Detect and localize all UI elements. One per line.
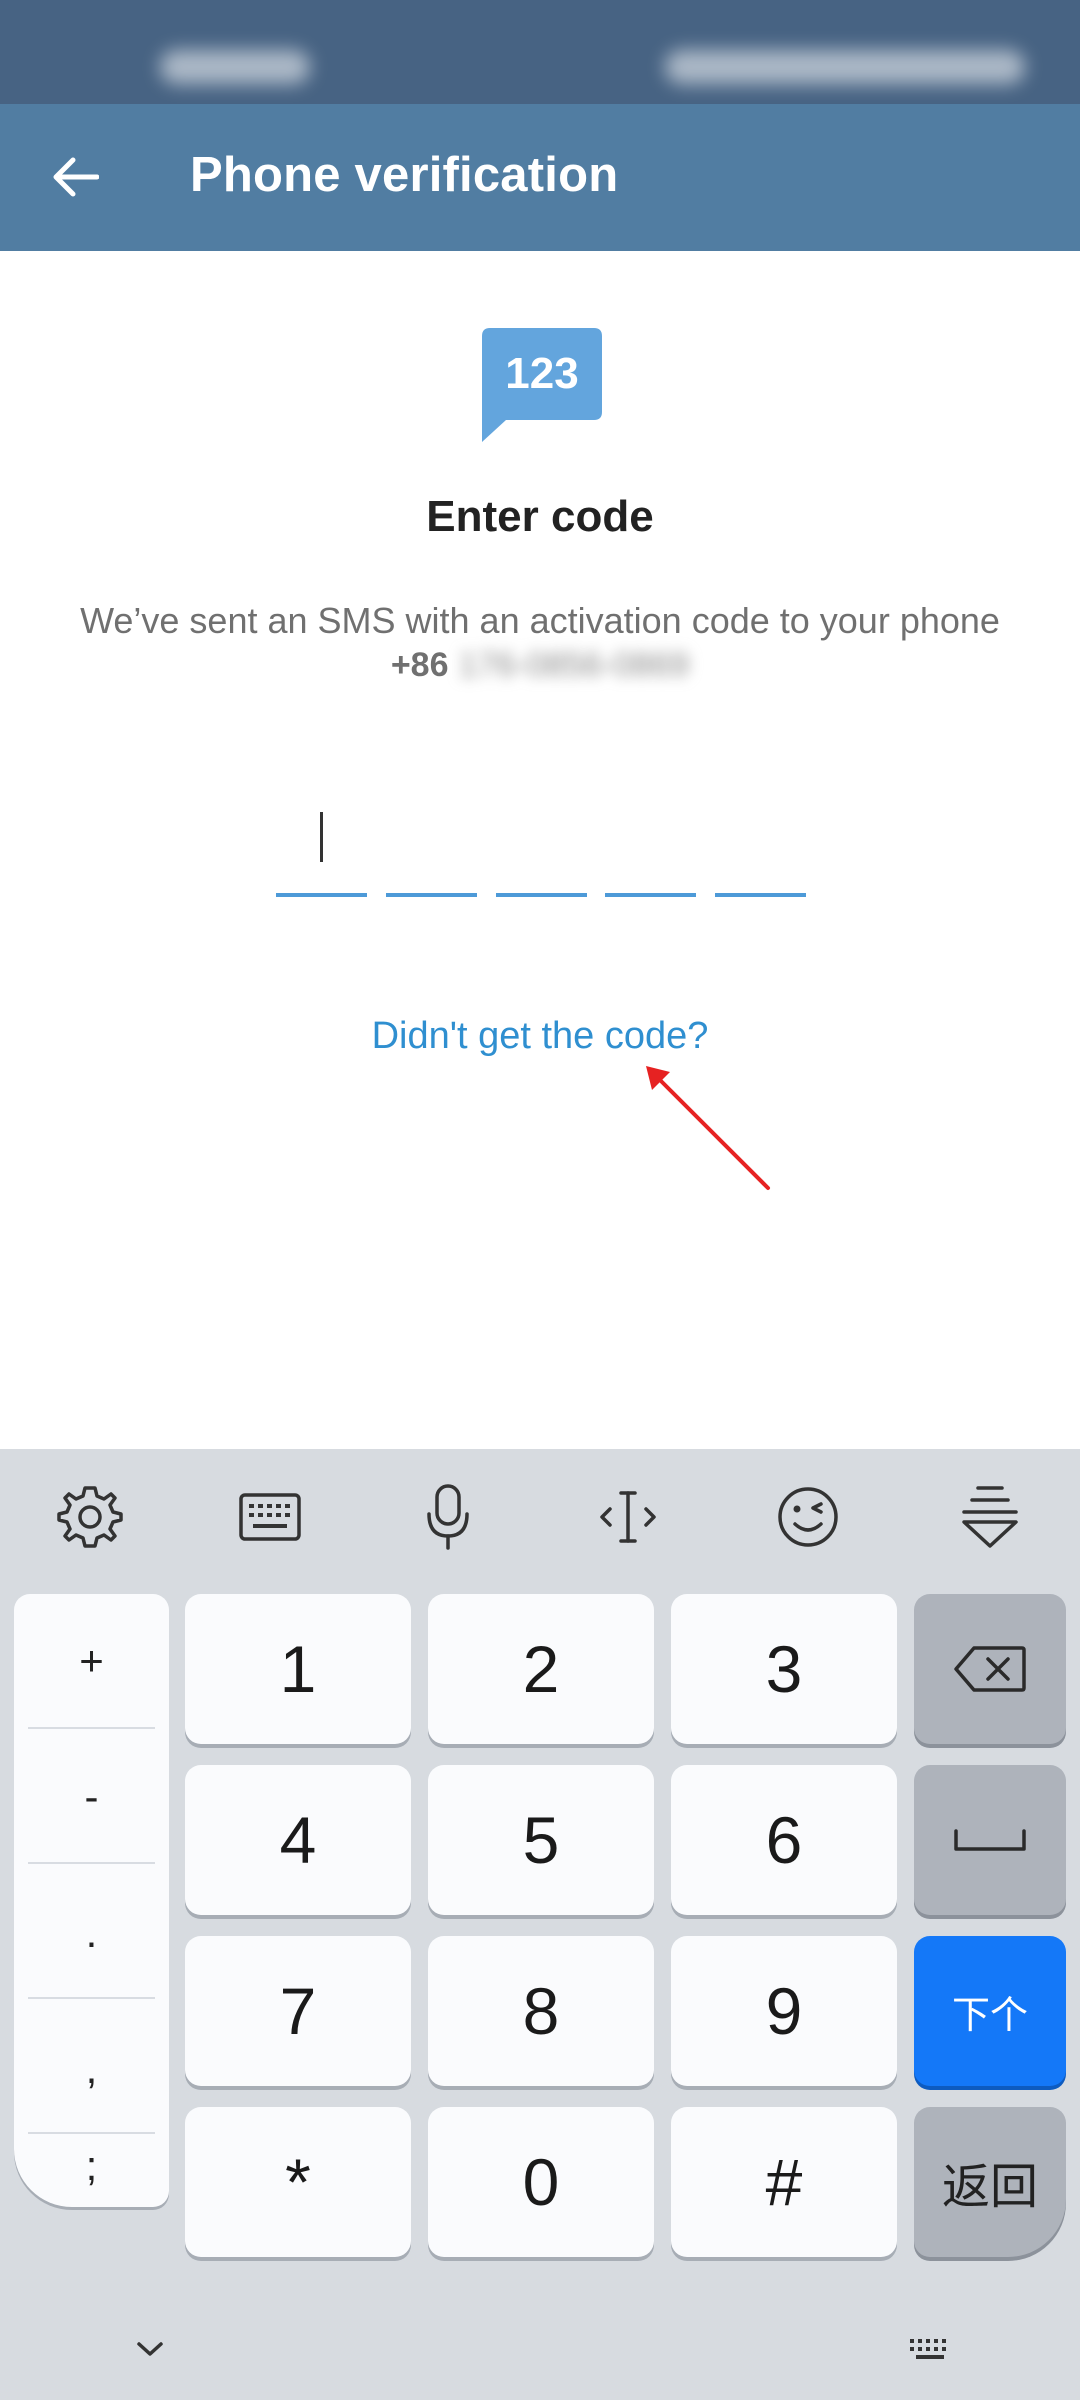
- hide-keyboard-icon[interactable]: [950, 1477, 1030, 1557]
- key-1[interactable]: 1: [185, 1594, 411, 1744]
- code-digit-field-3[interactable]: [495, 800, 587, 900]
- back-button[interactable]: [30, 132, 120, 222]
- key-asterisk[interactable]: *: [185, 2107, 411, 2257]
- code-digit-field-4[interactable]: [605, 800, 697, 900]
- space-button[interactable]: [914, 1765, 1066, 1915]
- key-4[interactable]: 4: [185, 1765, 411, 1915]
- code-digit-field-2[interactable]: [385, 800, 477, 900]
- sms-description: We’ve sent an SMS with an activation cod…: [80, 600, 1000, 641]
- keyboard-icon[interactable]: [230, 1477, 310, 1557]
- key-9[interactable]: 9: [671, 1936, 897, 2086]
- key-period[interactable]: .: [14, 1866, 169, 2000]
- status-bar: [0, 0, 1080, 104]
- microphone-icon[interactable]: [408, 1477, 488, 1557]
- phone-country-code: +86: [390, 646, 449, 684]
- divider: [28, 1997, 155, 1999]
- key-plus[interactable]: +: [14, 1594, 169, 1728]
- keyboard-switch-icon[interactable]: [900, 2319, 960, 2379]
- chevron-down-icon[interactable]: [120, 2319, 180, 2379]
- key-semicolon[interactable]: ;: [14, 2138, 169, 2208]
- next-button[interactable]: 下个: [914, 1936, 1066, 2086]
- phone-number-row: +86 176-0856-0869: [0, 646, 1080, 685]
- enter-code-title: Enter code: [426, 492, 654, 541]
- code-input-group: [276, 800, 806, 900]
- divider: [28, 2132, 155, 2134]
- status-time-blurred: [160, 50, 310, 84]
- code-digit-field-1[interactable]: [276, 800, 367, 900]
- sms-code-icon: 123: [482, 328, 602, 442]
- status-icons-blurred: [665, 50, 1025, 84]
- divider: [28, 1727, 155, 1729]
- phone-number-blurred: 176-0856-0869: [458, 646, 690, 684]
- key-hash[interactable]: #: [671, 2107, 897, 2257]
- key-minus[interactable]: -: [14, 1730, 169, 1864]
- app-bar: Phone verification: [0, 104, 1080, 251]
- settings-icon[interactable]: [50, 1477, 130, 1557]
- divider: [28, 1862, 155, 1864]
- keyboard-toolbar: [0, 1449, 1080, 1574]
- key-comma[interactable]: ,: [14, 2002, 169, 2136]
- numeric-keyboard: + - . , ; 1 2 3 4 5 6 7 8 9 * 0 # 下个 返回: [0, 1449, 1080, 2400]
- key-7[interactable]: 7: [185, 1936, 411, 2086]
- symbol-column: + - . , ;: [14, 1594, 169, 2207]
- key-0[interactable]: 0: [428, 2107, 654, 2257]
- return-button[interactable]: 返回: [914, 2107, 1066, 2257]
- cursor-move-icon[interactable]: [588, 1477, 668, 1557]
- text-cursor: [320, 812, 323, 862]
- key-6[interactable]: 6: [671, 1765, 897, 1915]
- annotation-arrow-icon: [646, 1066, 770, 1190]
- backspace-icon: [954, 1646, 1026, 1692]
- space-icon: [954, 1829, 1026, 1851]
- key-2[interactable]: 2: [428, 1594, 654, 1744]
- emoji-icon[interactable]: [768, 1477, 848, 1557]
- key-3[interactable]: 3: [671, 1594, 897, 1744]
- arrow-left-icon: [53, 157, 99, 197]
- page-title: Phone verification: [190, 148, 619, 202]
- key-8[interactable]: 8: [428, 1936, 654, 2086]
- didnt-get-code-link[interactable]: Didn't get the code?: [0, 1015, 1080, 1058]
- code-digit-field-5[interactable]: [715, 800, 806, 900]
- key-5[interactable]: 5: [428, 1765, 654, 1915]
- sms-code-icon-text: 123: [505, 349, 578, 398]
- backspace-button[interactable]: [914, 1594, 1066, 1744]
